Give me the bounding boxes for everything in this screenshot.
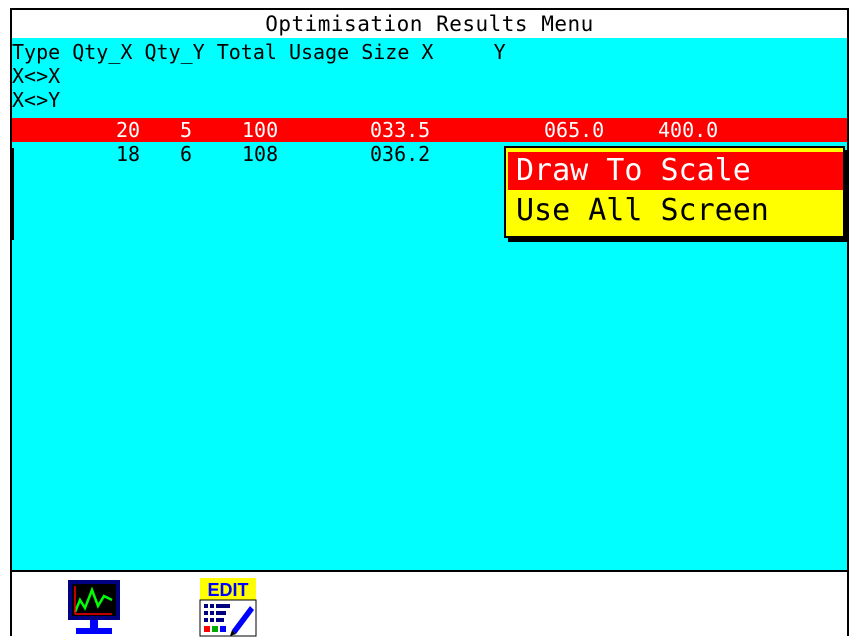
edit-icon: EDIT — [199, 578, 257, 637]
table-header: Type Qty_X Qty_Y Total Usage Size X Y — [12, 40, 506, 64]
edit-button[interactable]: EDIT — [196, 578, 260, 638]
cell-qty-y: 5 — [180, 118, 193, 142]
cell-usage: 033.5 — [370, 118, 431, 142]
cell-size-x: 065.0 — [544, 118, 605, 142]
cell-size-y: 400.0 — [658, 118, 719, 142]
popup-menu: Draw To Scale Use All Screen — [504, 146, 845, 238]
results-panel: Type Qty_X Qty_Y Total Usage Size X Y X<… — [12, 38, 847, 570]
type-option-xx[interactable]: X<>X — [12, 66, 60, 86]
table-row[interactable]: 20 5 100 033.5 065.0 400.0 — [12, 118, 847, 142]
text-cursor — [12, 148, 14, 240]
menu-item-use-all-screen[interactable]: Use All Screen — [508, 192, 843, 230]
cell-usage: 036.2 — [370, 142, 431, 166]
menu-item-draw-to-scale[interactable]: Draw To Scale — [508, 152, 843, 190]
bottom-toolbar: EDIT — [12, 570, 847, 638]
type-option-xy[interactable]: X<>Y — [12, 90, 60, 110]
monitor-graph-button[interactable] — [62, 578, 126, 638]
cell-qty-x: 18 — [116, 142, 141, 166]
window-title: Optimisation Results Menu — [12, 10, 847, 38]
cell-total: 100 — [242, 118, 279, 142]
edit-icon-label: EDIT — [207, 580, 248, 600]
cell-qty-x: 20 — [116, 118, 141, 142]
monitor-graph-icon — [68, 580, 120, 634]
cell-total: 108 — [242, 142, 279, 166]
cell-qty-y: 6 — [180, 142, 193, 166]
app-window: Optimisation Results Menu Type Qty_X Qty… — [10, 8, 849, 638]
